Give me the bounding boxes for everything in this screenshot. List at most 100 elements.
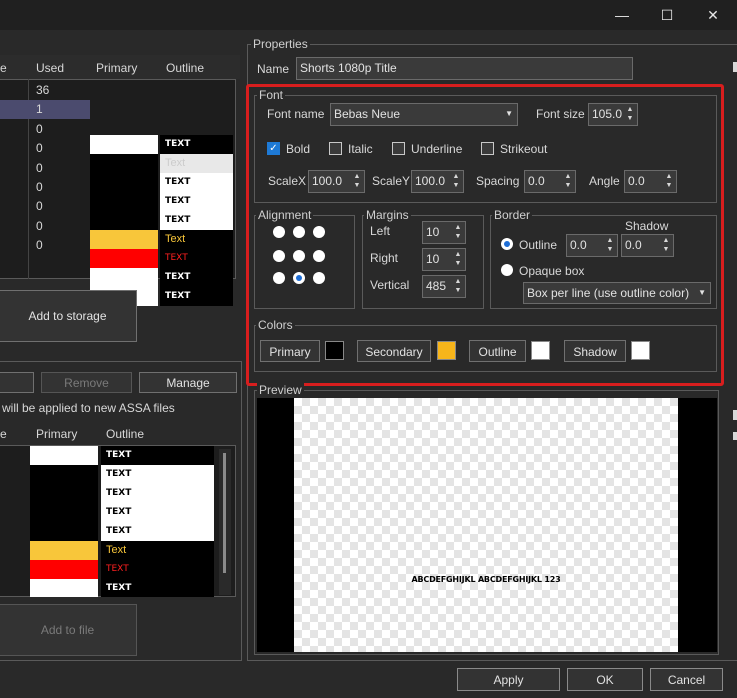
clipped-text-fragment xyxy=(733,62,737,72)
scalex-spinner[interactable]: 100.0 ▲ ▼ xyxy=(308,170,365,193)
spinner-arrows-icon[interactable]: ▲ ▼ xyxy=(661,236,671,254)
spinner-arrows-icon[interactable]: ▲ ▼ xyxy=(451,172,461,190)
align-8-radio[interactable] xyxy=(293,226,305,238)
outline-cell: TEXT xyxy=(101,579,214,597)
outline-cell: TEXT xyxy=(160,268,233,287)
manage-button[interactable]: Manage xyxy=(139,372,237,393)
outline-color-button[interactable]: Outline xyxy=(469,340,526,362)
spinner-arrows-icon[interactable]: ▲ ▼ xyxy=(664,172,674,190)
angle-spinner[interactable]: 0.0 ▲ ▼ xyxy=(624,170,677,193)
minimize-icon[interactable]: — xyxy=(611,6,633,24)
bold-label: Bold xyxy=(286,142,311,156)
column-header[interactable]: e xyxy=(0,61,7,75)
strikeout-checkbox[interactable] xyxy=(481,142,494,155)
underline-checkbox[interactable] xyxy=(392,142,405,155)
margin-right-label: Right xyxy=(370,251,399,265)
align-7-radio[interactable] xyxy=(273,226,285,238)
box-type-select[interactable]: Box per line (use outline color) ▼ xyxy=(523,282,711,304)
secondary-color-swatch[interactable] xyxy=(437,341,456,360)
outline-cell: TEXT xyxy=(101,522,214,541)
secondary-color-button[interactable]: Secondary xyxy=(357,340,431,362)
column-header-primary[interactable]: Primary xyxy=(36,427,77,441)
angle-value: 0.0 xyxy=(628,174,645,188)
outline-radio[interactable] xyxy=(501,238,513,250)
used-cell: 0 xyxy=(36,180,43,194)
align-2-radio[interactable] xyxy=(293,272,305,284)
outline-cell: TEXT xyxy=(101,484,214,503)
selected-row-highlight xyxy=(0,100,90,119)
name-input[interactable]: Shorts 1080p Title xyxy=(296,57,633,80)
margin-vertical-label: Vertical xyxy=(370,278,410,292)
new-button[interactable] xyxy=(0,372,34,393)
align-4-radio[interactable] xyxy=(273,250,285,262)
align-3-radio[interactable] xyxy=(313,272,325,284)
margin-left-value: 10 xyxy=(426,225,440,239)
align-5-radio[interactable] xyxy=(293,250,305,262)
used-cell: 0 xyxy=(36,122,43,136)
primary-color-button[interactable]: Primary xyxy=(260,340,320,362)
column-header-used[interactable]: Used xyxy=(36,61,64,75)
column-header[interactable]: e xyxy=(0,427,7,441)
cancel-button[interactable]: Cancel xyxy=(650,668,723,691)
maximize-icon[interactable]: ☐ xyxy=(656,6,678,24)
close-icon[interactable]: ✕ xyxy=(702,6,724,24)
align-6-radio[interactable] xyxy=(313,250,325,262)
angle-label: Angle xyxy=(589,174,620,188)
shadow-color-button[interactable]: Shadow xyxy=(564,340,626,362)
name-label: Name xyxy=(257,62,290,76)
outline-cell: Text xyxy=(101,541,214,560)
column-header-outline[interactable]: Outline xyxy=(166,61,204,75)
shadow-color-swatch[interactable] xyxy=(631,341,650,360)
alignment-group-label: Alignment xyxy=(256,208,314,222)
outline-cell: TEXT xyxy=(101,560,214,579)
font-size-spinner[interactable]: 105.0 ▲ ▼ xyxy=(588,103,638,126)
spinner-arrows-icon[interactable]: ▲ ▼ xyxy=(605,236,615,254)
outline-cell: TEXT xyxy=(160,287,233,306)
margins-group-label: Margins xyxy=(364,208,411,222)
italic-label: Italic xyxy=(348,142,373,156)
spinner-arrows-icon[interactable]: ▲ ▼ xyxy=(453,277,463,295)
font-size-value: 105.0 xyxy=(592,107,623,121)
scaley-spinner[interactable]: 100.0 ▲ ▼ xyxy=(411,170,464,193)
ok-button[interactable]: OK xyxy=(567,668,643,691)
outline-width-spinner[interactable]: 0.0 ▲ ▼ xyxy=(566,234,618,257)
bold-checkbox[interactable]: ✓ xyxy=(267,142,280,155)
align-1-radio[interactable] xyxy=(273,272,285,284)
used-cell: 1 xyxy=(36,102,43,116)
apply-button[interactable]: Apply xyxy=(457,668,560,691)
spinner-arrows-icon[interactable]: ▲ ▼ xyxy=(453,250,463,268)
margin-right-value: 10 xyxy=(426,252,440,266)
margin-vertical-spinner[interactable]: 485 ▲ ▼ xyxy=(422,275,466,298)
border-group-label: Border xyxy=(492,208,533,222)
column-header-outline[interactable]: Outline xyxy=(106,427,144,441)
add-to-storage-button[interactable]: Add to storage xyxy=(0,290,137,342)
font-name-select[interactable]: Bebas Neue ▼ xyxy=(330,103,518,126)
margin-left-spinner[interactable]: 10 ▲ ▼ xyxy=(422,221,466,244)
primary-color-swatch[interactable] xyxy=(325,341,344,360)
primary-swatch xyxy=(30,560,98,579)
primary-swatch xyxy=(90,135,158,154)
add-to-file-button[interactable]: Add to file xyxy=(0,604,137,656)
shadow-label: Shadow xyxy=(625,219,669,233)
primary-swatch xyxy=(30,541,98,560)
margin-right-spinner[interactable]: 10 ▲ ▼ xyxy=(422,248,466,271)
opaque-box-radio[interactable] xyxy=(501,264,513,276)
outline-color-swatch[interactable] xyxy=(531,341,550,360)
spinner-arrows-icon[interactable]: ▲ ▼ xyxy=(625,105,635,123)
align-9-radio[interactable] xyxy=(313,226,325,238)
spinner-arrows-icon[interactable]: ▲ ▼ xyxy=(453,223,463,241)
opaque-box-label: Opaque box xyxy=(519,264,585,278)
shadow-width-spinner[interactable]: 0.0 ▲ ▼ xyxy=(621,234,674,257)
storage-styles-table: e Used Primary Outline 36 1 0 0 0 0 0 0 … xyxy=(0,55,240,306)
scrollbar[interactable] xyxy=(219,449,231,595)
spacing-spinner[interactable]: 0.0 ▲ ▼ xyxy=(524,170,576,193)
spinner-arrows-icon[interactable]: ▲ ▼ xyxy=(563,172,573,190)
italic-checkbox[interactable] xyxy=(329,142,342,155)
column-header-primary[interactable]: Primary xyxy=(96,61,137,75)
primary-swatch xyxy=(30,579,98,597)
scalex-label: ScaleX xyxy=(268,174,307,188)
window-title-bar: — ☐ ✕ xyxy=(0,0,737,30)
font-name-label: Font name xyxy=(267,107,325,121)
remove-button[interactable]: Remove xyxy=(41,372,132,393)
spinner-arrows-icon[interactable]: ▲ ▼ xyxy=(352,172,362,190)
